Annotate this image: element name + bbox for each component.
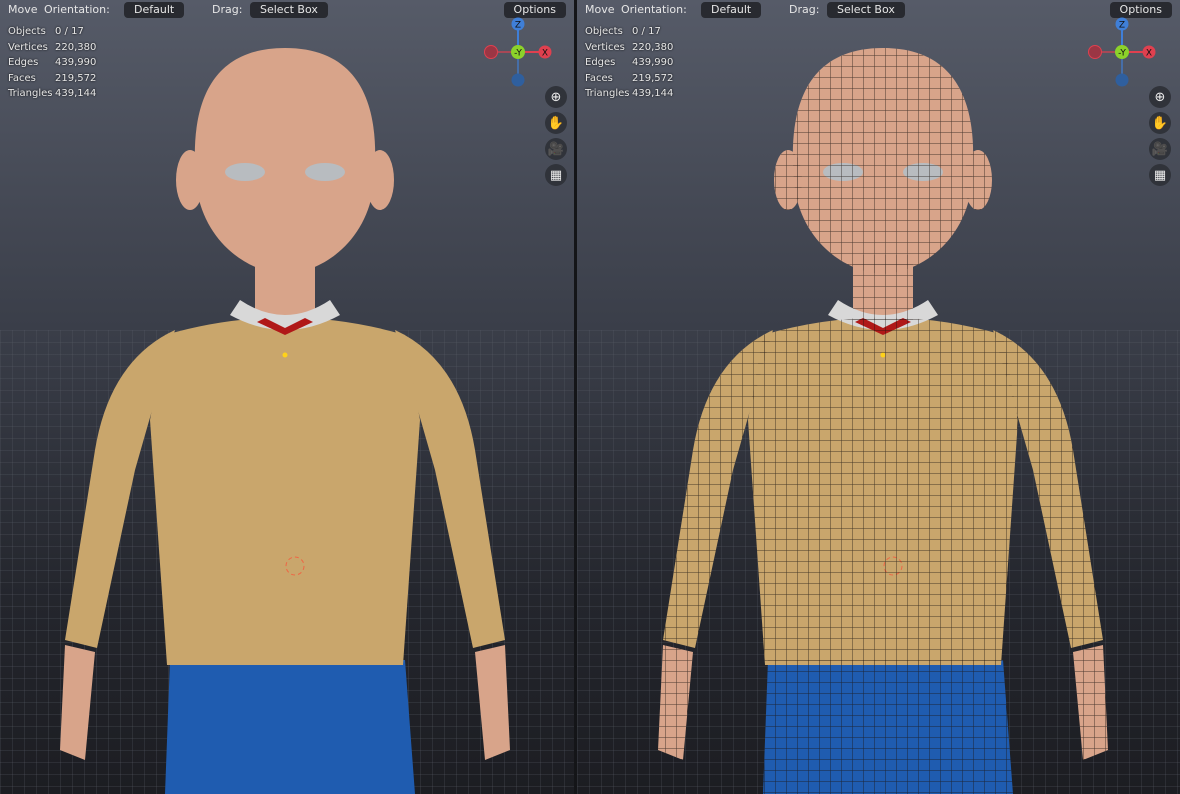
- z-axis-label: Z: [515, 21, 521, 31]
- orientation-label: Orientation:: [44, 3, 110, 16]
- wireframe-overlay: [658, 645, 693, 760]
- viewport-right[interactable]: Move Orientation: Default Drag: Select B…: [577, 0, 1180, 794]
- stat-label: Vertices: [8, 41, 48, 53]
- stat-value: 220,380: [632, 41, 674, 53]
- stat-row: Triangles 439,144: [585, 86, 673, 102]
- orientation-dropdown[interactable]: Default: [701, 2, 762, 18]
- hand-icon[interactable]: ✋: [545, 112, 567, 134]
- stat-row: Objects 0 / 17: [8, 24, 96, 40]
- drag-label: Drag:: [789, 3, 820, 16]
- stat-value: 439,990: [55, 57, 97, 68]
- y-axis-label: -Y: [514, 49, 522, 59]
- stat-value: 439,990: [632, 57, 674, 68]
- drag-dropdown[interactable]: Select Box: [250, 2, 328, 18]
- stat-label: Triangles: [585, 88, 630, 99]
- camera-icon[interactable]: 🎥: [545, 138, 567, 160]
- stat-value: 219,572: [632, 72, 674, 84]
- zoom-icon[interactable]: ⊕: [545, 86, 567, 108]
- stat-row: Edges 439,990: [8, 55, 96, 71]
- stat-label: Faces: [585, 72, 613, 84]
- neg-z-axis-button: [1115, 73, 1129, 87]
- stat-label: Objects: [585, 26, 623, 37]
- orientation-dropdown[interactable]: Default: [124, 2, 185, 18]
- camera-icon[interactable]: 🎥: [1149, 138, 1171, 160]
- viewport-left[interactable]: Move Orientation: Default Drag: Select B…: [0, 0, 574, 794]
- stat-label: Edges: [8, 57, 39, 68]
- x-axis-label: X: [1146, 49, 1152, 59]
- stat-label: Faces: [8, 72, 36, 84]
- stat-row: Faces 219,572: [585, 71, 673, 87]
- scene-statistics: Objects 0 / 17 Vertices 220,380 Edges 439,990…: [585, 24, 673, 102]
- left-eye: [225, 163, 265, 181]
- stat-row: Faces 219,572: [8, 71, 96, 87]
- wireframe-overlay: [748, 317, 1018, 665]
- viewport-navigation-tools: ⊕ ✋ 🎥 ▦: [545, 86, 567, 186]
- right-eye: [305, 163, 345, 181]
- navigation-gizmo[interactable]: Z X -Y: [1084, 14, 1160, 90]
- navigation-gizmo[interactable]: Z X -Y: [480, 14, 556, 90]
- stat-value: 0 / 17: [632, 26, 661, 37]
- x-axis-label: X: [542, 49, 548, 59]
- stat-label: Vertices: [585, 41, 625, 53]
- hand-icon[interactable]: ✋: [1149, 112, 1171, 134]
- orientation-label: Orientation:: [621, 3, 687, 16]
- stat-row: Vertices 220,380: [8, 40, 96, 56]
- stat-row: Objects 0 / 17: [585, 24, 673, 40]
- stat-value: 0 / 17: [55, 26, 84, 37]
- skirt: [165, 660, 415, 794]
- stat-row: Vertices 220,380: [585, 40, 673, 56]
- move-label: Move: [8, 3, 38, 16]
- viewport-navigation-tools: ⊕ ✋ 🎥 ▦: [1149, 86, 1171, 186]
- y-axis-label: -Y: [1118, 49, 1126, 59]
- sweater: [150, 317, 420, 665]
- head: [194, 48, 376, 274]
- stat-value: 439,144: [55, 88, 97, 99]
- neg-x-axis-button: [484, 45, 498, 59]
- wireframe-overlay: [763, 660, 1013, 794]
- stat-row: Edges 439,990: [585, 55, 673, 71]
- drag-label: Drag:: [212, 3, 243, 16]
- zoom-icon[interactable]: ⊕: [1149, 86, 1171, 108]
- left-hand: [60, 645, 95, 760]
- stat-label: Edges: [585, 57, 616, 68]
- neg-z-axis-button: [511, 73, 525, 87]
- move-label: Move: [585, 3, 615, 16]
- origin-dot: [282, 352, 288, 358]
- stat-label: Objects: [8, 26, 46, 37]
- character-model[interactable]: [577, 0, 1180, 794]
- wireframe-overlay: [792, 48, 974, 274]
- stat-value: 220,380: [55, 41, 97, 53]
- character-model[interactable]: [0, 0, 574, 794]
- stat-value: 219,572: [55, 72, 97, 84]
- grid-icon[interactable]: ▦: [545, 164, 567, 186]
- stat-row: Triangles 439,144: [8, 86, 96, 102]
- wireframe-overlay: [1073, 645, 1108, 760]
- grid-icon[interactable]: ▦: [1149, 164, 1171, 186]
- neg-x-axis-button: [1088, 45, 1102, 59]
- stat-label: Triangles: [8, 88, 53, 99]
- stat-value: 439,144: [632, 88, 674, 99]
- right-hand: [475, 645, 510, 760]
- scene-statistics: Objects 0 / 17 Vertices 220,380 Edges 439,990…: [8, 24, 96, 102]
- drag-dropdown[interactable]: Select Box: [827, 2, 905, 18]
- z-axis-label: Z: [1119, 21, 1125, 31]
